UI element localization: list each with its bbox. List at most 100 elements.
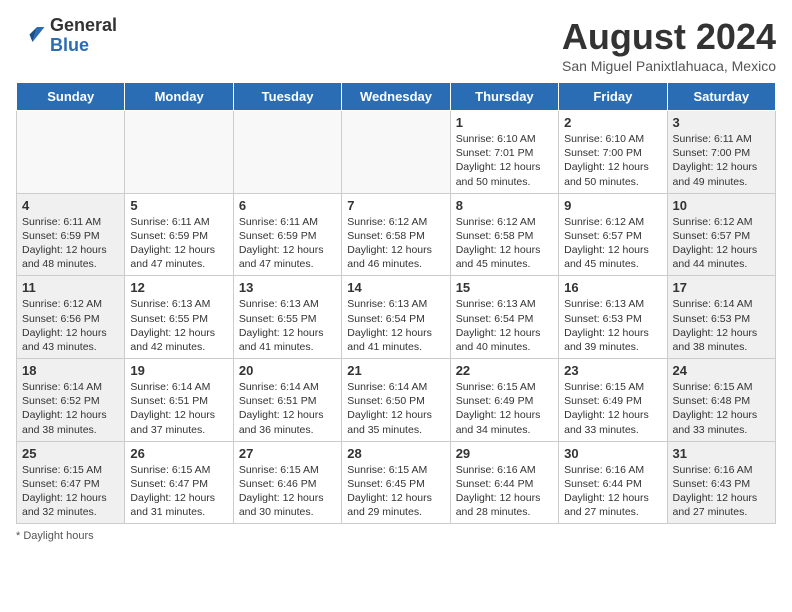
cell-empty [342,111,450,194]
cell-empty [125,111,233,194]
title-block: August 2024 San Miguel Panixtlahuaca, Me… [562,16,776,74]
cell-day-19: 19 Sunrise: 6:14 AM Sunset: 6:51 PM Dayli… [125,359,233,442]
cell-day-13: 13Sunrise: 6:13 AM Sunset: 6:55 PM Dayli… [233,276,341,359]
cell-content: Sunrise: 6:12 AM Sunset: 6:56 PM Dayligh… [22,297,119,354]
day-number: 23 [564,363,661,378]
cell-content: Sunrise: 6:14 AM Sunset: 6:50 PM Dayligh… [347,380,444,437]
cell-content: Sunrise: 6:14 AM Sunset: 6:53 PM Dayligh… [673,297,770,354]
day-number: 22 [456,363,553,378]
cell-content: Sunrise: 6:13 AM Sunset: 6:54 PM Dayligh… [347,297,444,354]
cell-day-26: 26 Sunrise: 6:15 AM Sunset: 6:47 PM Dayli… [125,441,233,524]
cell-day-27: 27Sunrise: 6:15 AM Sunset: 6:46 PM Dayli… [233,441,341,524]
calendar-header-row: SundayMondayTuesdayWednesdayThursdayFrid… [17,83,776,111]
week-row-1: 1 Sunrise: 6:10 AM Sunset: 7:01 PM Daylig… [17,111,776,194]
day-number: 11 [22,280,119,295]
cell-day-22: 22 Sunrise: 6:15 AM Sunset: 6:49 PM Dayli… [450,359,558,442]
cell-day-25: 25 Sunrise: 6:15 AM Sunset: 6:47 PM Dayli… [17,441,125,524]
day-header-tuesday: Tuesday [233,83,341,111]
cell-day-18: 18 Sunrise: 6:14 AM Sunset: 6:52 PM Dayli… [17,359,125,442]
day-number: 21 [347,363,444,378]
day-number: 29 [456,446,553,461]
day-number: 26 [130,446,227,461]
day-number: 14 [347,280,444,295]
week-row-4: 18 Sunrise: 6:14 AM Sunset: 6:52 PM Dayli… [17,359,776,442]
cell-content: Sunrise: 6:12 AM Sunset: 6:58 PM Dayligh… [456,215,553,272]
cell-day-16: 16Sunrise: 6:13 AM Sunset: 6:53 PM Dayli… [559,276,667,359]
day-number: 31 [673,446,770,461]
cell-content: Sunrise: 6:10 AM Sunset: 7:01 PM Dayligh… [456,132,553,189]
cell-content: Sunrise: 6:15 AM Sunset: 6:48 PM Dayligh… [673,380,770,437]
cell-day-11: 11 Sunrise: 6:12 AM Sunset: 6:56 PM Dayli… [17,276,125,359]
day-header-sunday: Sunday [17,83,125,111]
day-number: 18 [22,363,119,378]
day-header-wednesday: Wednesday [342,83,450,111]
cell-empty [233,111,341,194]
logo-blue: Blue [50,36,117,56]
day-number: 9 [564,198,661,213]
cell-content: Sunrise: 6:11 AM Sunset: 7:00 PM Dayligh… [673,132,770,189]
cell-content: Sunrise: 6:16 AM Sunset: 6:44 PM Dayligh… [456,463,553,520]
cell-day-10: 10 Sunrise: 6:12 AM Sunset: 6:57 PM Dayli… [667,193,775,276]
day-header-friday: Friday [559,83,667,111]
cell-content: Sunrise: 6:12 AM Sunset: 6:57 PM Dayligh… [564,215,661,272]
cell-day-4: 4Sunrise: 6:11 AM Sunset: 6:59 PM Daylig… [17,193,125,276]
day-number: 30 [564,446,661,461]
cell-content: Sunrise: 6:13 AM Sunset: 6:53 PM Dayligh… [564,297,661,354]
cell-day-15: 15 Sunrise: 6:13 AM Sunset: 6:54 PM Dayli… [450,276,558,359]
cell-content: Sunrise: 6:11 AM Sunset: 6:59 PM Dayligh… [22,215,119,272]
day-number: 10 [673,198,770,213]
cell-content: Sunrise: 6:10 AM Sunset: 7:00 PM Dayligh… [564,132,661,189]
day-header-saturday: Saturday [667,83,775,111]
logo-text: General Blue [50,16,117,56]
day-number: 8 [456,198,553,213]
cell-day-24: 24 Sunrise: 6:15 AM Sunset: 6:48 PM Dayli… [667,359,775,442]
day-number: 3 [673,115,770,130]
cell-content: Sunrise: 6:15 AM Sunset: 6:49 PM Dayligh… [456,380,553,437]
logo-general: General [50,16,117,36]
day-number: 15 [456,280,553,295]
week-row-2: 4Sunrise: 6:11 AM Sunset: 6:59 PM Daylig… [17,193,776,276]
day-header-monday: Monday [125,83,233,111]
cell-content: Sunrise: 6:12 AM Sunset: 6:58 PM Dayligh… [347,215,444,272]
cell-content: Sunrise: 6:14 AM Sunset: 6:51 PM Dayligh… [239,380,336,437]
cell-day-1: 1 Sunrise: 6:10 AM Sunset: 7:01 PM Daylig… [450,111,558,194]
cell-content: Sunrise: 6:15 AM Sunset: 6:47 PM Dayligh… [130,463,227,520]
cell-content: Sunrise: 6:16 AM Sunset: 6:43 PM Dayligh… [673,463,770,520]
cell-content: Sunrise: 6:16 AM Sunset: 6:44 PM Dayligh… [564,463,661,520]
cell-day-20: 20 Sunrise: 6:14 AM Sunset: 6:51 PM Dayli… [233,359,341,442]
cell-day-28: 28Sunrise: 6:15 AM Sunset: 6:45 PM Dayli… [342,441,450,524]
day-number: 24 [673,363,770,378]
day-number: 20 [239,363,336,378]
calendar-table: SundayMondayTuesdayWednesdayThursdayFrid… [16,82,776,524]
day-number: 7 [347,198,444,213]
cell-day-31: 31 Sunrise: 6:16 AM Sunset: 6:43 PM Dayli… [667,441,775,524]
cell-content: Sunrise: 6:12 AM Sunset: 6:57 PM Dayligh… [673,215,770,272]
cell-content: Sunrise: 6:15 AM Sunset: 6:47 PM Dayligh… [22,463,119,520]
page-header: General Blue August 2024 San Miguel Pani… [16,16,776,74]
footnote: * Daylight hours [16,530,776,542]
cell-day-6: 6 Sunrise: 6:11 AM Sunset: 6:59 PM Daylig… [233,193,341,276]
cell-day-3: 3 Sunrise: 6:11 AM Sunset: 7:00 PM Daylig… [667,111,775,194]
cell-empty [17,111,125,194]
day-number: 2 [564,115,661,130]
cell-day-12: 12Sunrise: 6:13 AM Sunset: 6:55 PM Dayli… [125,276,233,359]
cell-day-14: 14 Sunrise: 6:13 AM Sunset: 6:54 PM Dayli… [342,276,450,359]
day-number: 19 [130,363,227,378]
week-row-5: 25 Sunrise: 6:15 AM Sunset: 6:47 PM Dayli… [17,441,776,524]
calendar-title: August 2024 [562,16,776,58]
day-number: 6 [239,198,336,213]
day-number: 25 [22,446,119,461]
cell-content: Sunrise: 6:13 AM Sunset: 6:54 PM Dayligh… [456,297,553,354]
cell-content: Sunrise: 6:14 AM Sunset: 6:51 PM Dayligh… [130,380,227,437]
cell-day-2: 2 Sunrise: 6:10 AM Sunset: 7:00 PM Daylig… [559,111,667,194]
cell-content: Sunrise: 6:15 AM Sunset: 6:49 PM Dayligh… [564,380,661,437]
cell-content: Sunrise: 6:14 AM Sunset: 6:52 PM Dayligh… [22,380,119,437]
day-number: 17 [673,280,770,295]
cell-day-9: 9 Sunrise: 6:12 AM Sunset: 6:57 PM Daylig… [559,193,667,276]
cell-content: Sunrise: 6:11 AM Sunset: 6:59 PM Dayligh… [239,215,336,272]
day-header-thursday: Thursday [450,83,558,111]
cell-day-7: 7 Sunrise: 6:12 AM Sunset: 6:58 PM Daylig… [342,193,450,276]
day-number: 1 [456,115,553,130]
cell-content: Sunrise: 6:13 AM Sunset: 6:55 PM Dayligh… [239,297,336,354]
cell-day-21: 21 Sunrise: 6:14 AM Sunset: 6:50 PM Dayli… [342,359,450,442]
